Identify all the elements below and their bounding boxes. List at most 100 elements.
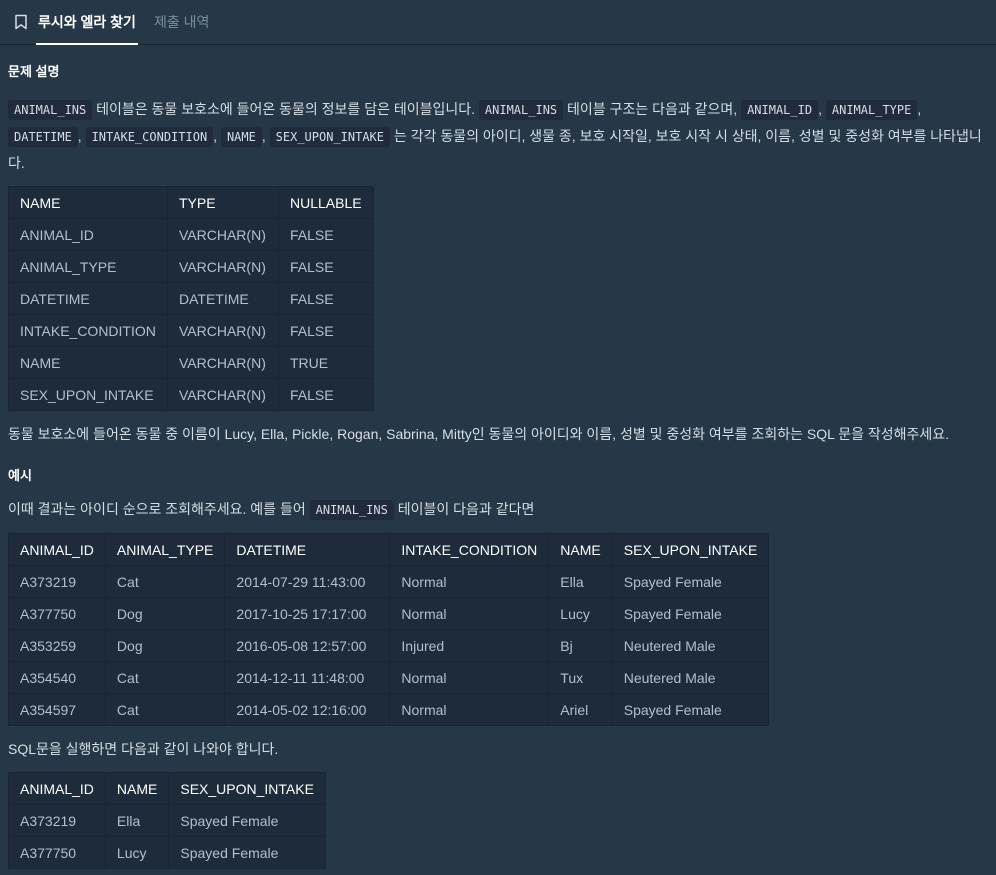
table-cell: A377750 <box>8 597 106 630</box>
table-cell: ANIMAL_TYPE <box>8 250 168 283</box>
comma: , <box>77 128 86 144</box>
table-row: A377750 Dog 2017-10-25 17:17:00 Normal L… <box>8 597 770 630</box>
table-cell: Spayed Female <box>611 597 770 630</box>
table-cell: FALSE <box>278 218 374 251</box>
table-cell: Normal <box>389 565 550 598</box>
table-cell: NAME <box>8 346 168 379</box>
comma: , <box>213 128 221 144</box>
table-cell: FALSE <box>278 314 374 347</box>
table-cell: FALSE <box>278 378 374 411</box>
example-intro-text: 테이블이 다음과 같다면 <box>393 501 535 517</box>
table-row: SEX_UPON_INTAKE VARCHAR(N) FALSE <box>8 378 374 411</box>
table-cell: Ariel <box>548 693 613 726</box>
table-cell: 2014-05-02 12:16:00 <box>224 693 391 726</box>
example-header-cell: SEX_UPON_INTAKE <box>611 533 770 566</box>
table-cell: Bj <box>548 629 613 662</box>
table-cell: Injured <box>389 629 550 662</box>
table-cell: DATETIME <box>167 282 279 315</box>
example-heading: 예시 <box>8 468 32 483</box>
code-name: NAME <box>220 127 262 147</box>
table-row: NAME VARCHAR(N) TRUE <box>8 346 374 379</box>
table-cell: Dog <box>104 597 226 630</box>
table-cell: Tux <box>548 661 613 694</box>
table-cell: INTAKE_CONDITION <box>8 314 168 347</box>
table-cell: VARCHAR(N) <box>167 218 279 251</box>
table-cell: VARCHAR(N) <box>167 314 279 347</box>
code-datetime: DATETIME <box>8 127 78 147</box>
table-cell: VARCHAR(N) <box>167 378 279 411</box>
example-header-cell: ANIMAL_ID <box>8 533 106 566</box>
tab-bar: 루시와 엘라 찾기 제출 내역 <box>0 0 996 45</box>
table-cell: FALSE <box>278 250 374 283</box>
schema-table: NAME TYPE NULLABLE ANIMAL_ID VARCHAR(N) … <box>8 186 374 411</box>
table-row: A373219 Cat 2014-07-29 11:43:00 Normal E… <box>8 565 770 598</box>
example-input-table: ANIMAL_ID ANIMAL_TYPE DATETIME INTAKE_CO… <box>8 533 770 726</box>
table-cell: Normal <box>389 597 550 630</box>
code-animal-type: ANIMAL_TYPE <box>825 100 918 120</box>
table-cell: 2016-05-08 12:57:00 <box>224 629 391 662</box>
table-cell: 2017-10-25 17:17:00 <box>224 597 391 630</box>
table-cell: VARCHAR(N) <box>167 346 279 379</box>
example-header-cell: DATETIME <box>224 533 391 566</box>
table-cell: Normal <box>389 661 550 694</box>
table-cell: FALSE <box>278 282 374 315</box>
example-header-cell: ANIMAL_TYPE <box>104 533 226 566</box>
table-cell: A353259 <box>8 629 106 662</box>
schema-header-row: NAME TYPE NULLABLE <box>8 186 374 219</box>
table-cell: ANIMAL_ID <box>8 218 168 251</box>
schema-header-cell: NULLABLE <box>278 186 374 219</box>
table-cell: Neutered Male <box>611 629 770 662</box>
comma: , <box>261 128 270 144</box>
table-cell: Dog <box>104 629 226 662</box>
table-row: A354540 Cat 2014-12-11 11:48:00 Normal T… <box>8 661 770 694</box>
table-row: A373219 Ella Spayed Female <box>8 804 326 837</box>
table-cell: A377750 <box>8 836 106 869</box>
table-row: A354597 Cat 2014-05-02 12:16:00 Normal A… <box>8 693 770 726</box>
table-row: ANIMAL_ID VARCHAR(N) FALSE <box>8 218 374 251</box>
table-cell: DATETIME <box>8 282 168 315</box>
table-cell: Spayed Female <box>168 836 326 869</box>
code-animal-id: ANIMAL_ID <box>741 100 819 120</box>
example-header-cell: NAME <box>548 533 613 566</box>
table-row: A377750 Lucy Spayed Female <box>8 836 326 869</box>
example-intro: 이때 결과는 아이디 순으로 조회해주세요. 예를 들어 ANIMAL_INS … <box>8 496 986 523</box>
code-animal-ins: ANIMAL_INS <box>309 500 394 520</box>
table-cell: Lucy <box>104 836 170 869</box>
code-animal-ins: ANIMAL_INS <box>8 100 93 120</box>
table-cell: A373219 <box>8 804 106 837</box>
table-cell: Lucy <box>548 597 613 630</box>
table-cell: Cat <box>104 693 226 726</box>
table-cell: A373219 <box>8 565 106 598</box>
tab-problem[interactable]: 루시와 엘라 찾기 <box>36 0 138 45</box>
code-intake-condition: INTAKE_CONDITION <box>85 127 214 147</box>
table-cell: A354540 <box>8 661 106 694</box>
description-text: 테이블 구조는 다음과 같으며, <box>563 101 742 117</box>
table-cell: A354597 <box>8 693 106 726</box>
bookmark-icon[interactable] <box>10 0 32 44</box>
result-intro: SQL문을 실행하면 다음과 같이 나와야 합니다. <box>8 741 279 757</box>
table-cell: Cat <box>104 661 226 694</box>
result-header-cell: SEX_UPON_INTAKE <box>168 772 326 805</box>
example-header-cell: INTAKE_CONDITION <box>389 533 550 566</box>
description-text: 테이블은 동물 보호소에 들어온 동물의 정보를 담은 테이블입니다. <box>92 101 479 117</box>
table-cell: Spayed Female <box>611 693 770 726</box>
task-text: 동물 보호소에 들어온 동물 중 이름이 Lucy, Ella, Pickle,… <box>8 426 950 442</box>
example-result-table: ANIMAL_ID NAME SEX_UPON_INTAKE A373219 E… <box>8 772 326 869</box>
description-heading: 문제 설명 <box>8 64 60 79</box>
schema-header-cell: NAME <box>8 186 168 219</box>
result-header-cell: ANIMAL_ID <box>8 772 106 805</box>
example-header-row: ANIMAL_ID ANIMAL_TYPE DATETIME INTAKE_CO… <box>8 533 770 566</box>
table-cell: SEX_UPON_INTAKE <box>8 378 168 411</box>
example-intro-text: 이때 결과는 아이디 순으로 조회해주세요. 예를 들어 <box>8 501 310 517</box>
table-row: DATETIME DATETIME FALSE <box>8 282 374 315</box>
table-cell: Normal <box>389 693 550 726</box>
description-paragraph: ANIMAL_INS 테이블은 동물 보호소에 들어온 동물의 정보를 담은 테… <box>8 96 986 176</box>
result-header-row: ANIMAL_ID NAME SEX_UPON_INTAKE <box>8 772 326 805</box>
table-cell: Spayed Female <box>611 565 770 598</box>
tab-submissions[interactable]: 제출 내역 <box>152 0 211 44</box>
table-row: ANIMAL_TYPE VARCHAR(N) FALSE <box>8 250 374 283</box>
schema-header-cell: TYPE <box>167 186 279 219</box>
code-sex-upon-intake: SEX_UPON_INTAKE <box>269 127 391 147</box>
table-cell: 2014-07-29 11:43:00 <box>224 565 391 598</box>
problem-content: 문제 설명 ANIMAL_INS 테이블은 동물 보호소에 들어온 동물의 정보… <box>0 45 996 869</box>
